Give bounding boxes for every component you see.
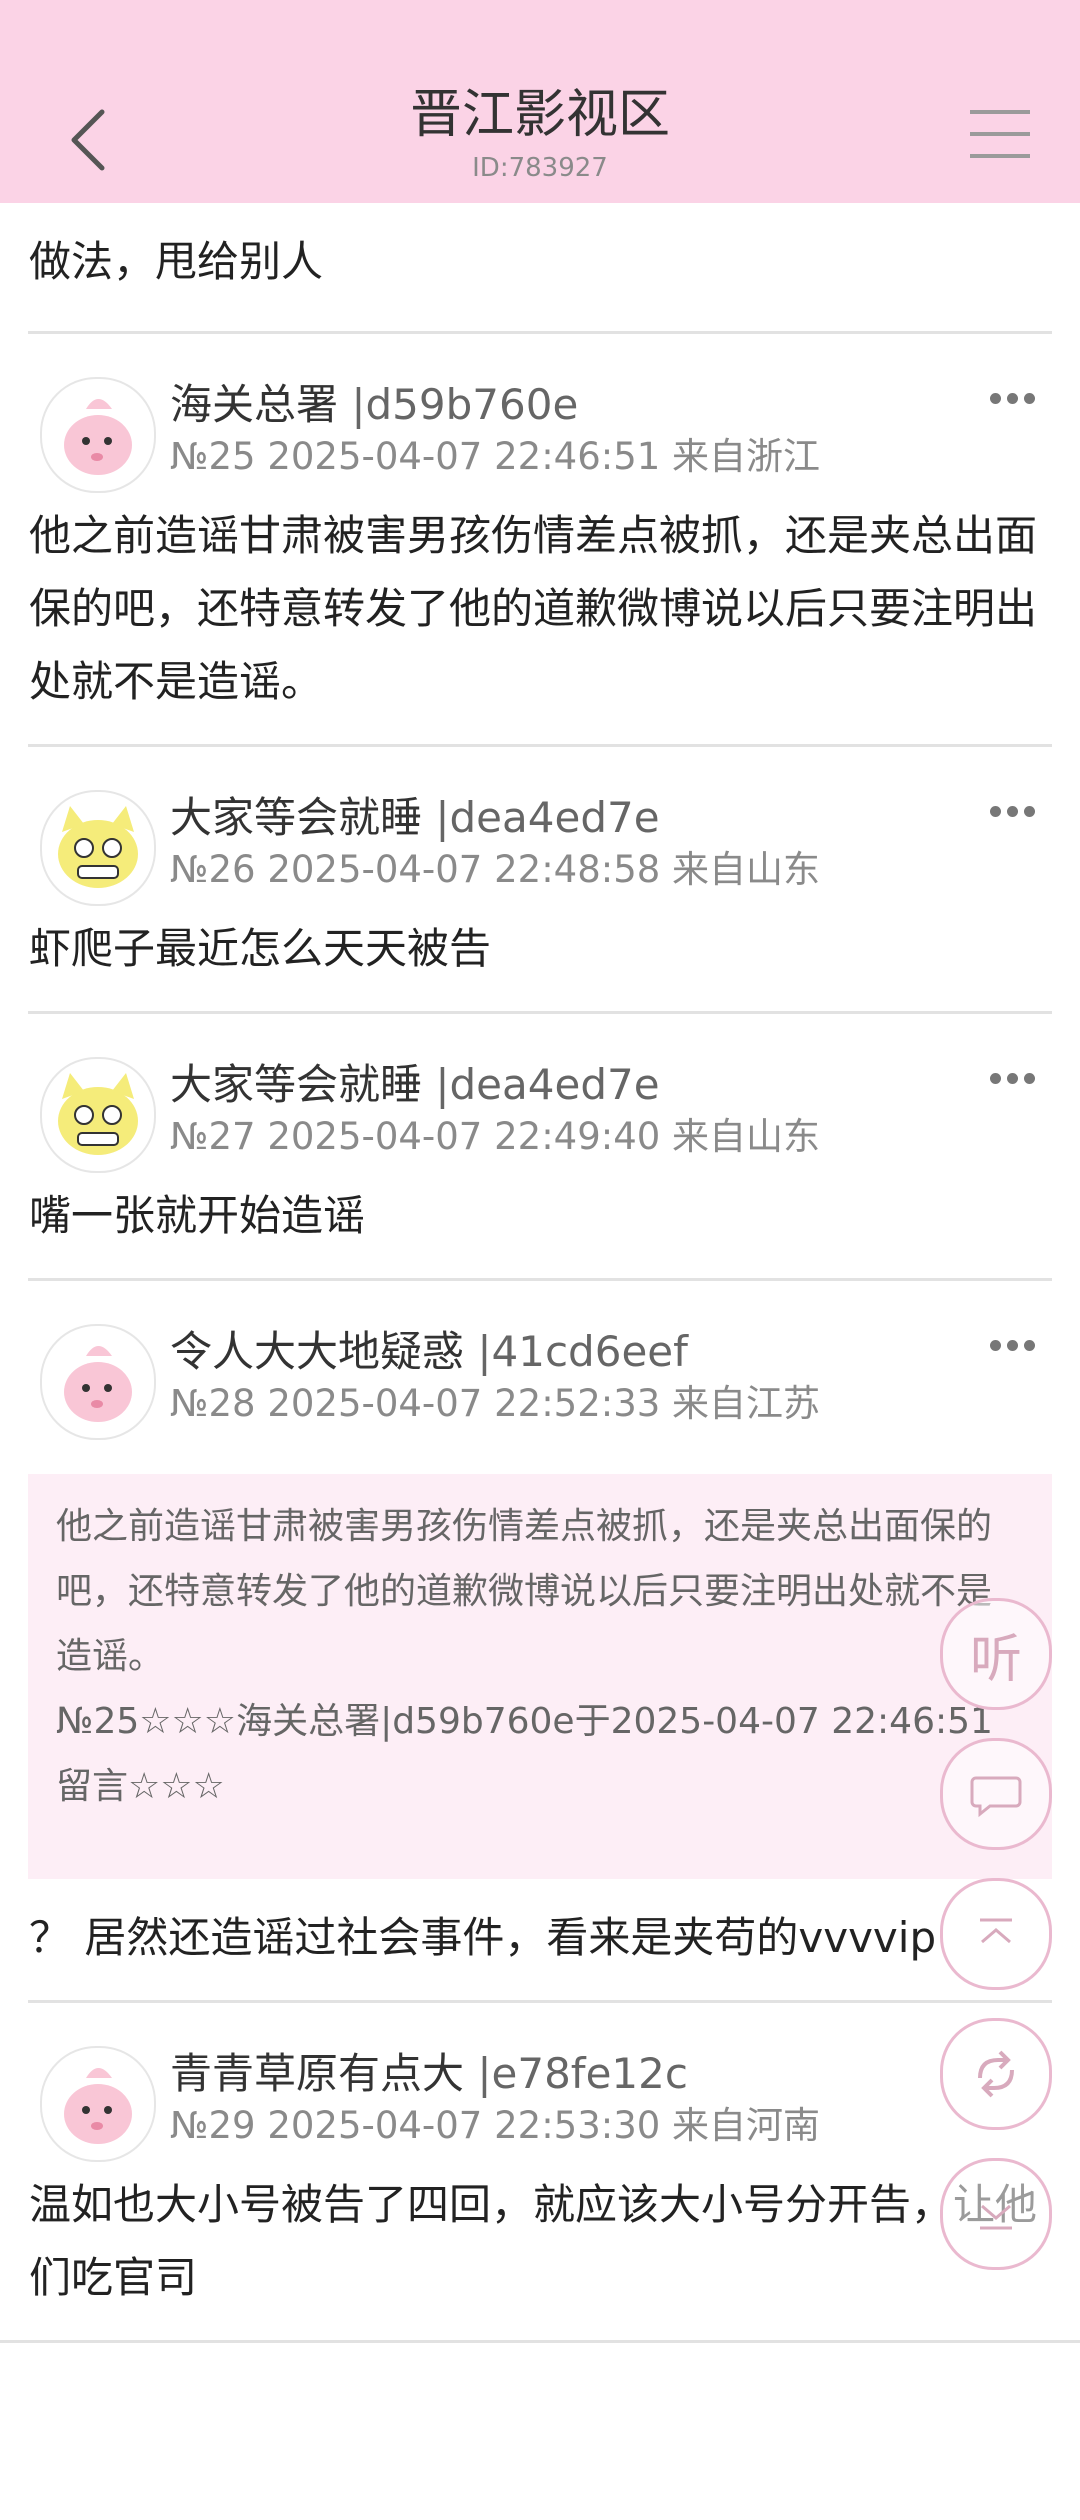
more-icon[interactable] [990,802,1050,826]
refresh-icon [978,2050,1014,2098]
scroll-top-button[interactable] [940,1878,1052,1990]
more-icon[interactable] [990,1069,1050,1093]
post-meta: №25 2025-04-07 22:46:51 来自浙江 [170,435,821,478]
more-icon[interactable] [990,389,1050,413]
post-text: 温如也大小号被告了四回，就应该大小号分开告，让他们吃官司 [29,2180,1038,2302]
post: 令人大大地疑惑 |41cd6eef №28 2025-04-07 22:52:3… [0,1281,1080,2003]
post: 大家等会就睡 |dea4ed7e №27 2025-04-07 22:49:40… [0,1014,1080,1281]
user-id: |41cd6eef [477,1327,688,1376]
quoted-reply: 他之前造谣甘肃被害男孩伤情差点被抓，还是夹总出面保的吧，还特意转发了他的道歉微博… [28,1474,1052,1879]
post-text: 他之前造谣甘肃被害男孩伤情差点被抓，还是夹总出面保的吧，还特意转发了他的道歉微博… [29,511,1038,706]
post-meta: №29 2025-04-07 22:53:30 来自河南 [170,2104,821,2147]
post-author[interactable]: 大家等会就睡 |dea4ed7e [170,1056,660,1114]
listen-label: 听 [969,1629,1022,1690]
scroll-bottom-icon [980,2204,1012,2230]
previous-post-text-fragment: 做法，甩给别人 [29,237,324,286]
listen-button[interactable]: 听 [940,1598,1052,1710]
post-meta: №27 2025-04-07 22:49:40 来自山东 [170,1115,821,1158]
post-author[interactable]: 青青草原有点大 |e78fe12c [170,2045,688,2103]
post-author[interactable]: 海关总署 |d59b760e [170,376,578,434]
post-meta: №26 2025-04-07 22:48:58 来自山东 [170,848,821,891]
post-author[interactable]: 大家等会就睡 |dea4ed7e [170,789,660,847]
thread-content: 做法，甩给别人 海关总署 |d59b760e №25 2025-04-07 22… [0,203,1080,2343]
more-icon[interactable] [990,1336,1050,1360]
pink-creature-avatar[interactable] [40,1324,156,1440]
post-text: 嘴一张就开始造谣 [29,1191,366,1240]
post-author[interactable]: 令人大大地疑惑 |41cd6eef [170,1323,688,1381]
refresh-button[interactable] [940,2018,1052,2130]
top-bar: 晋江影视区 ID:783927 [0,0,1080,203]
menu-icon[interactable] [970,110,1030,160]
user-id: |e78fe12c [477,2049,688,2098]
user-id: |dea4ed7e [435,1060,660,1109]
post: 青青草原有点大 |e78fe12c №29 2025-04-07 22:53:3… [0,2003,1080,2343]
user-id: |dea4ed7e [435,793,660,842]
post: 海关总署 |d59b760e №25 2025-04-07 22:46:51 来… [0,334,1080,747]
scroll-top-icon [980,1918,1012,1944]
post: 大家等会就睡 |dea4ed7e №26 2025-04-07 22:48:58… [0,747,1080,1014]
post-text: 虾爬子最近怎么天天被告 [29,924,492,973]
post-text: ？ 居然还造谣过社会事件，看来是夹苟的vvvvip [29,1913,937,1962]
user-id: |d59b760e [351,380,579,429]
pink-creature-avatar[interactable] [40,2046,156,2162]
pink-creature-avatar[interactable] [40,377,156,493]
board-id: ID:783927 [472,153,608,183]
comment-button[interactable] [940,1738,1052,1850]
page-title: 晋江影视区 [409,85,670,145]
yellow-cat-avatar[interactable] [40,790,156,906]
comment-icon [970,1776,1022,1818]
divider [0,2340,1080,2343]
post-meta: №28 2025-04-07 22:52:33 来自江苏 [170,1382,821,1425]
scroll-bottom-button[interactable] [940,2158,1052,2270]
yellow-cat-avatar[interactable] [40,1057,156,1173]
